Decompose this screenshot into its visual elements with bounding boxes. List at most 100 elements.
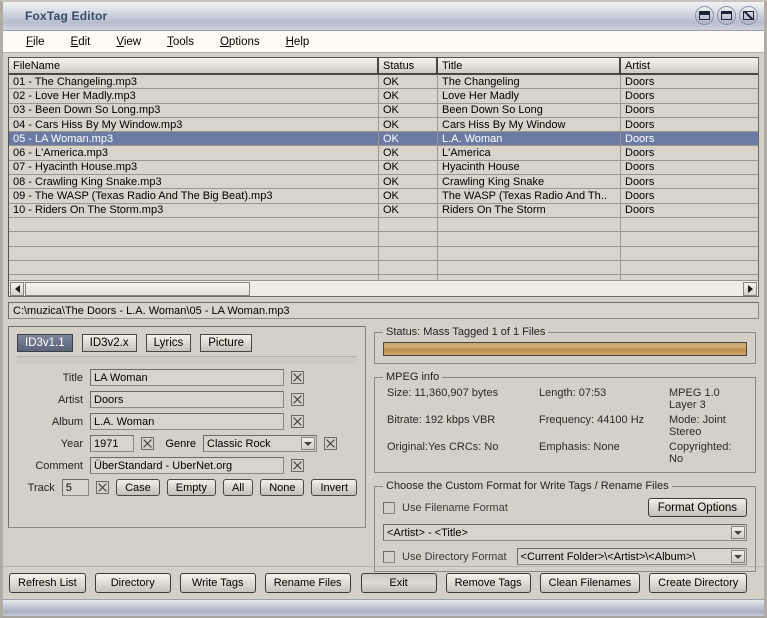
genre-select[interactable]: Classic Rock (203, 435, 317, 452)
use-filename-format-row[interactable]: Use Filename Format (383, 502, 508, 514)
comment-value: ÜberStandard - UberNet.org (94, 460, 232, 472)
invert-button[interactable]: Invert (311, 479, 357, 496)
column-header-status[interactable]: Status (379, 58, 438, 73)
cell-title: Love Her Madly (438, 89, 621, 102)
genre-label: Genre (154, 438, 203, 450)
table-row[interactable]: 10 - Riders On The Storm.mp3OKRiders On … (9, 204, 758, 218)
table-row[interactable]: 05 - LA Woman.mp3OKL.A. WomanDoors (9, 132, 758, 146)
directory-format-select[interactable]: <Current Folder>\<Artist>\<Album>\ (517, 548, 747, 565)
tab-id3v1-1[interactable]: ID3v1.1 (17, 334, 73, 352)
comment-field-row: Comment ÜberStandard - UberNet.org (17, 457, 357, 474)
tab-lyrics[interactable]: Lyrics (146, 334, 192, 352)
format-options-button[interactable]: Format Options (648, 498, 747, 517)
table-row[interactable]: 03 - Been Down So Long.mp3OKBeen Down So… (9, 104, 758, 118)
cell-empty (379, 261, 438, 274)
exit-button[interactable]: Exit (361, 573, 437, 593)
track-input[interactable]: 5 (62, 479, 89, 496)
table-row[interactable]: 01 - The Changeling.mp3OKThe ChangelingD… (9, 75, 758, 89)
cell-status: OK (379, 104, 438, 117)
year-input[interactable]: 1971 (90, 435, 134, 452)
cell-title: L'America (438, 146, 621, 159)
cell-filename: 10 - Riders On The Storm.mp3 (9, 204, 379, 217)
table-row-empty[interactable] (9, 247, 758, 261)
all-button[interactable]: All (223, 479, 253, 496)
table-row-empty[interactable] (9, 232, 758, 246)
chevron-down-icon[interactable] (731, 550, 745, 563)
use-filename-format-checkbox[interactable] (383, 502, 395, 514)
cell-empty (379, 232, 438, 245)
write-tags-button[interactable]: Write Tags (180, 573, 256, 593)
refresh-list-button[interactable]: Refresh List (9, 573, 86, 593)
scroll-left-arrow[interactable] (10, 282, 24, 296)
table-row[interactable]: 06 - L'America.mp3OKL'AmericaDoors (9, 146, 758, 160)
clear-year-button[interactable] (141, 437, 154, 450)
clear-title-button[interactable] (291, 371, 304, 384)
use-directory-format-row[interactable]: Use Directory Format (383, 551, 507, 563)
application-window: FoxTag Editor FileEditViewToolsOptionsHe… (0, 0, 767, 618)
cell-empty (621, 218, 758, 231)
cell-filename: 08 - Crawling King Snake.mp3 (9, 175, 379, 188)
remove-tags-button[interactable]: Remove Tags (446, 573, 531, 593)
table-row-empty[interactable] (9, 218, 758, 232)
minimize-button[interactable] (695, 6, 714, 25)
column-header-title[interactable]: Title (438, 58, 621, 73)
clean-filenames-button[interactable]: Clean Filenames (540, 573, 641, 593)
chevron-down-icon[interactable] (301, 437, 315, 450)
close-button[interactable] (739, 6, 758, 25)
column-header-artist[interactable]: Artist (621, 58, 758, 73)
cell-filename: 02 - Love Her Madly.mp3 (9, 89, 379, 102)
cell-artist: Doors (621, 175, 758, 188)
table-row[interactable]: 09 - The WASP (Texas Radio And The Big B… (9, 189, 758, 203)
album-input[interactable]: L.A. Woman (90, 413, 284, 430)
clear-artist-button[interactable] (291, 393, 304, 406)
table-row[interactable]: 07 - Hyacinth House.mp3OKHyacinth HouseD… (9, 161, 758, 175)
clear-genre-button[interactable] (324, 437, 337, 450)
cell-filename: 06 - L'America.mp3 (9, 146, 379, 159)
empty-button[interactable]: Empty (167, 479, 216, 496)
cell-title: Hyacinth House (438, 161, 621, 174)
cell-status: OK (379, 132, 438, 145)
cell-empty (9, 218, 379, 231)
menu-item-help[interactable]: Help (273, 34, 323, 50)
tab-id3v2-x[interactable]: ID3v2.x (82, 334, 137, 352)
menu-item-tools[interactable]: Tools (154, 34, 207, 50)
title-input[interactable]: LA Woman (90, 369, 284, 386)
mpeg-original: Original:Yes CRCs: No (387, 441, 539, 465)
column-header-filename[interactable]: FileName (9, 58, 379, 73)
use-directory-format-checkbox[interactable] (383, 551, 395, 563)
clear-album-button[interactable] (291, 415, 304, 428)
menu-item-file[interactable]: File (13, 34, 58, 50)
cell-artist: Doors (621, 146, 758, 159)
editor-panels: ID3v1.1ID3v2.xLyricsPicture Title LA Wom… (8, 326, 759, 572)
cell-title: Riders On The Storm (438, 204, 621, 217)
none-button[interactable]: None (260, 479, 304, 496)
triangle-down (734, 531, 742, 535)
cell-status: OK (379, 118, 438, 131)
comment-input[interactable]: ÜberStandard - UberNet.org (90, 457, 284, 474)
mpeg-mode: Mode: Joint Stereo (669, 414, 747, 438)
scrollbar-track[interactable] (25, 282, 742, 296)
case-button[interactable]: Case (116, 479, 160, 496)
directory-button[interactable]: Directory (95, 573, 171, 593)
cell-artist: Doors (621, 132, 758, 145)
chevron-down-icon[interactable] (731, 526, 745, 539)
maximize-button[interactable] (717, 6, 736, 25)
horizontal-scrollbar[interactable] (9, 280, 758, 296)
menu-item-edit[interactable]: Edit (58, 34, 104, 50)
filename-format-select[interactable]: <Artist> - <Title> (383, 524, 747, 541)
create-directory-button[interactable]: Create Directory (649, 573, 747, 593)
table-row[interactable]: 04 - Cars Hiss By My Window.mp3OKCars Hi… (9, 118, 758, 132)
table-row[interactable]: 08 - Crawling King Snake.mp3OKCrawling K… (9, 175, 758, 189)
mpeg-info-group: MPEG info Size: 11,360,907 bytes Length:… (374, 371, 756, 473)
scroll-right-arrow[interactable] (743, 282, 757, 296)
clear-track-button[interactable] (96, 481, 109, 494)
scrollbar-thumb[interactable] (25, 282, 250, 296)
table-row-empty[interactable] (9, 261, 758, 275)
menu-item-view[interactable]: View (103, 34, 154, 50)
clear-comment-button[interactable] (291, 459, 304, 472)
tab-picture[interactable]: Picture (200, 334, 252, 352)
artist-input[interactable]: Doors (90, 391, 284, 408)
table-row[interactable]: 02 - Love Her Madly.mp3OKLove Her MadlyD… (9, 89, 758, 103)
rename-files-button[interactable]: Rename Files (265, 573, 351, 593)
menu-item-options[interactable]: Options (207, 34, 273, 50)
